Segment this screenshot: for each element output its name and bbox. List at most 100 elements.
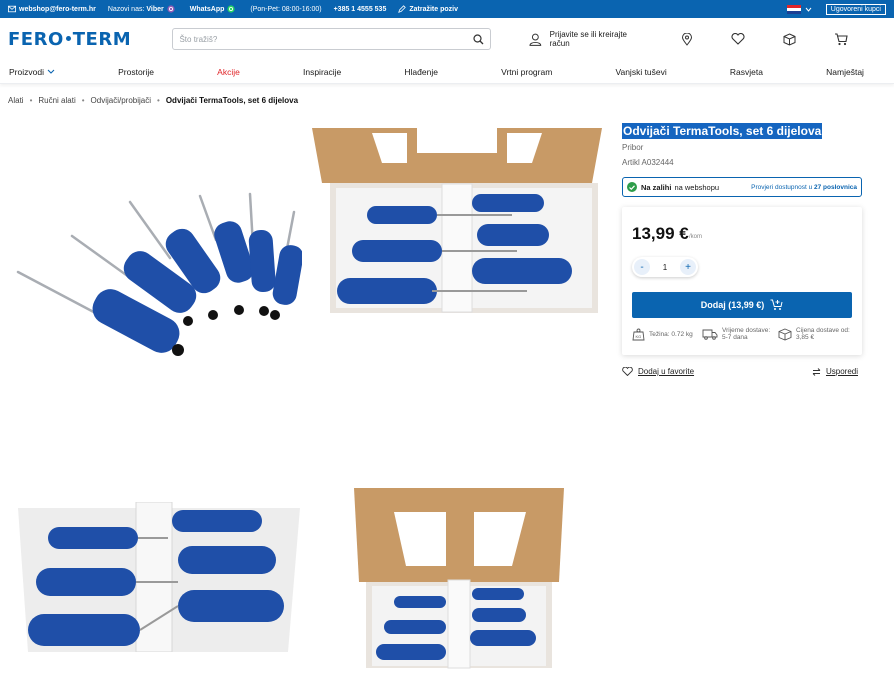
product-image-tray[interactable] — [18, 502, 300, 652]
svg-text:KG: KG — [636, 334, 642, 339]
email-text: webshop@fero-term.hr — [19, 5, 96, 13]
nav-item-vrtni-program[interactable]: Vrtni program — [501, 67, 552, 77]
quantity-value[interactable]: 1 — [663, 263, 667, 272]
nav-item-namjestaj[interactable]: Namještaj — [826, 67, 864, 77]
cart-icon — [835, 32, 848, 45]
box-icon — [783, 32, 796, 46]
breadcrumb-item[interactable]: Alati — [8, 96, 24, 105]
contract-buyers-button[interactable]: Ugovoreni kupci — [825, 3, 886, 15]
delivery-price-value: 3,85 € — [796, 334, 815, 341]
add-to-favorites-link[interactable]: Dodaj u favorite — [622, 367, 694, 376]
breadcrumb-separator: • — [157, 96, 160, 105]
breadcrumb-item[interactable]: Odvijači/probijači — [91, 96, 151, 105]
breadcrumb: Alati • Ručni alati • Odvijači/probijači • … — [8, 96, 298, 105]
email-link[interactable]: webshop@fero-term.hr — [8, 5, 96, 13]
compare-arrows-icon — [812, 367, 821, 376]
nav-item-proizvodi[interactable]: Proizvodi — [9, 67, 55, 77]
price-unit: /kom — [689, 234, 703, 240]
delivery-time-label: Vrijeme dostave: — [722, 327, 771, 334]
nav-item-prostorije[interactable]: Prostorije — [118, 67, 154, 77]
cart-plus-icon — [770, 299, 783, 310]
main-navigation: Proizvodi Prostorije Akcije Inspiracije … — [0, 60, 894, 84]
viber-icon — [167, 5, 175, 13]
fero-term-logo[interactable]: FERO TERM — [8, 29, 172, 50]
stock-status: Na zalihi — [641, 182, 672, 192]
call-us-label: Nazovi nas: — [107, 5, 145, 13]
product-actions: Dodaj u favorite Usporedi — [622, 367, 858, 376]
whatsapp-link[interactable]: WhatsApp — [190, 5, 239, 13]
cart-button[interactable] — [834, 32, 848, 46]
search-icon[interactable] — [473, 33, 484, 45]
purchase-card: 13,99 € /kom - 1 + Dodaj (13,99 €) KG Te… — [622, 207, 862, 355]
check-circle-icon — [627, 182, 637, 192]
favorite-label: Dodaj u favorite — [638, 367, 695, 376]
delivery-time-value: 5-7 dana — [722, 334, 748, 341]
check-availability-link[interactable]: Provjeri dostupnost u 27 poslovnica — [751, 184, 857, 191]
delivery-time-info: Vrijeme dostave: 5-7 dana — [702, 327, 778, 341]
viber-text: Viber — [146, 5, 164, 13]
add-to-cart-label: Dodaj (13,99 €) — [700, 300, 765, 310]
weight-label: Težina: — [649, 330, 670, 338]
compare-link[interactable]: Usporedi — [812, 367, 858, 376]
quantity-stepper[interactable]: - 1 + — [632, 257, 698, 277]
weight-value: 0.72 kg — [671, 330, 693, 338]
truck-icon — [702, 329, 718, 340]
heart-icon — [731, 33, 745, 45]
working-hours: (Pon-Pet: 08:00-16:00) — [250, 5, 322, 13]
stock-status-box: Na zalihi na webshopu Provjeri dostupnos… — [622, 177, 862, 197]
pencil-icon — [398, 5, 407, 13]
nav-item-hladenje[interactable]: Hlađenje — [404, 67, 438, 77]
breadcrumb-separator: • — [29, 96, 33, 105]
product-image-open-box[interactable] — [312, 128, 602, 318]
whatsapp-icon — [227, 5, 235, 13]
decrease-quantity-button[interactable]: - — [634, 259, 650, 275]
product-image-screwdrivers[interactable] — [10, 190, 302, 370]
mail-icon — [8, 5, 16, 13]
product-sku: Artikl A032444 — [622, 158, 674, 167]
availability-count: 27 poslovnica — [814, 183, 857, 191]
nav-item-inspiracije[interactable]: Inspiracije — [303, 67, 341, 77]
availability-text: Provjeri dostupnost u — [751, 183, 813, 191]
top-contact-bar: webshop@fero-term.hr Nazovi nas: Viber W… — [0, 0, 894, 18]
stock-location: na webshopu — [674, 182, 720, 192]
product-price: 13,99 € — [632, 224, 689, 243]
orders-button[interactable] — [783, 32, 796, 46]
compare-label: Usporedi — [825, 367, 858, 376]
product-category[interactable]: Pribor — [622, 143, 643, 152]
callback-text: Zatražite poziv — [409, 5, 458, 13]
callback-link[interactable]: Zatražite poziv — [398, 5, 458, 13]
breadcrumb-current: Odvijači TermaTools, set 6 dijelova — [165, 96, 299, 105]
weight-icon: KG — [632, 328, 645, 340]
increase-quantity-button[interactable]: + — [679, 259, 696, 275]
weight-info: KG Težina: 0.72 kg — [632, 328, 702, 341]
product-title: Odvijači TermaTools, set 6 dijelova — [622, 123, 823, 139]
nav-item-vanjski-tusevi[interactable]: Vanjski tuševi — [615, 67, 666, 77]
chevron-down-icon — [47, 69, 55, 74]
location-pin-icon — [681, 32, 693, 46]
product-image-box-upright[interactable] — [354, 484, 564, 670]
nav-item-akcije[interactable]: Akcije — [217, 67, 240, 77]
whatsapp-text: WhatsApp — [189, 5, 225, 13]
site-header: FERO TERM Što tražiš? Prijavite se ili kr… — [0, 18, 894, 60]
logo-left: FERO — [8, 28, 64, 50]
breadcrumb-item[interactable]: Ručni alati — [38, 96, 75, 105]
croatia-flag-icon[interactable] — [786, 4, 801, 14]
package-icon — [778, 328, 792, 340]
breadcrumb-separator: • — [81, 96, 85, 105]
add-to-cart-button[interactable]: Dodaj (13,99 €) — [632, 292, 852, 318]
viber-link[interactable]: Nazovi nas: Viber — [108, 5, 178, 13]
nav-item-rasvjeta[interactable]: Rasvjeta — [730, 67, 763, 77]
chevron-down-icon[interactable] — [805, 7, 812, 12]
store-locator-button[interactable] — [681, 32, 693, 46]
logo-right: TERM — [72, 28, 132, 50]
favorites-button[interactable] — [731, 33, 745, 45]
search-input[interactable]: Što tražiš? — [172, 28, 491, 50]
phone-link[interactable]: +385 1 4555 535 — [334, 6, 387, 13]
delivery-price-info: Cijena dostave od: 3,85 € — [778, 327, 850, 341]
search-placeholder: Što tražiš? — [179, 34, 218, 44]
user-icon — [529, 33, 542, 46]
phone-text: +385 1 4555 535 — [333, 5, 387, 13]
nav-label: Proizvodi — [9, 66, 44, 77]
shipping-info: KG Težina: 0.72 kg Vrijeme dostave: 5-7 d… — [632, 327, 852, 341]
login-link[interactable]: Prijavite se ili kreirajte račun — [529, 30, 647, 48]
